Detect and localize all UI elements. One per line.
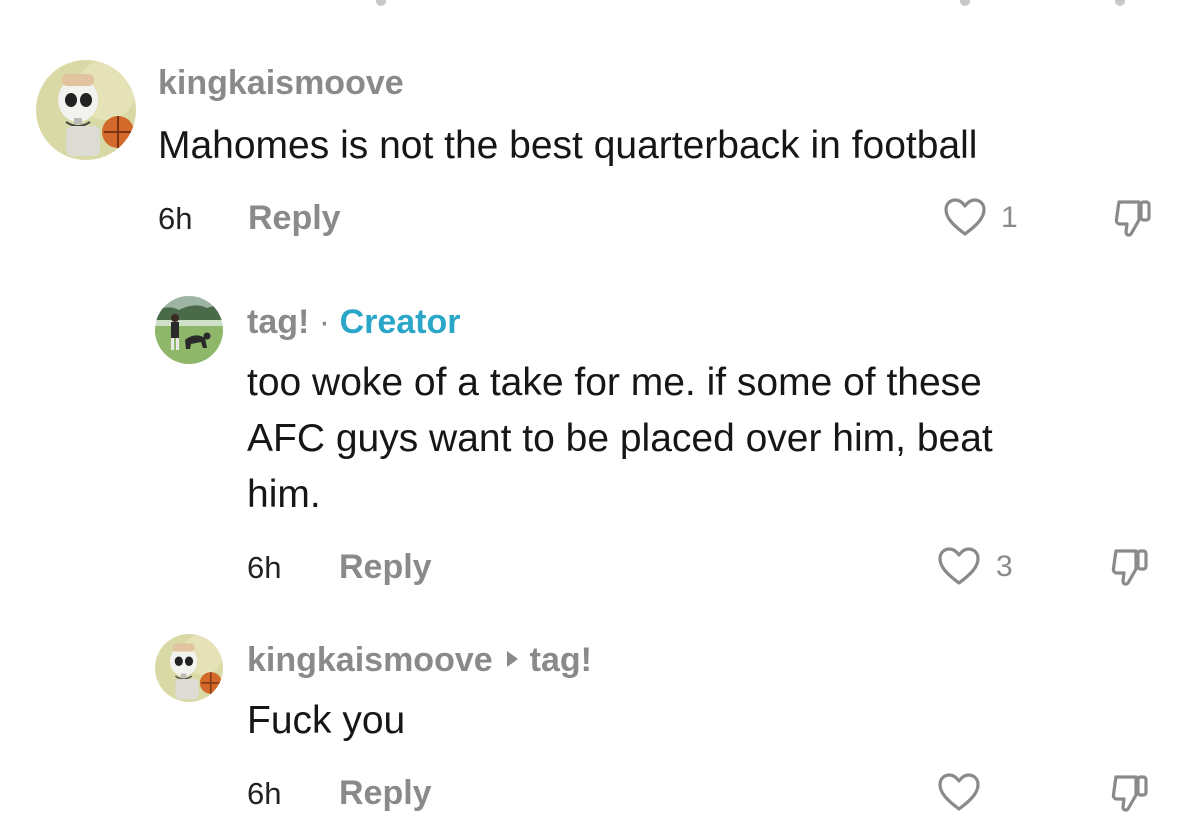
like-count: 3: [996, 550, 1013, 583]
skeleton-avatar-icon: [155, 634, 223, 702]
like-button[interactable]: [937, 772, 981, 812]
reply-button[interactable]: Reply: [339, 550, 432, 584]
avatar[interactable]: [36, 60, 136, 160]
heart-icon: [938, 547, 980, 585]
fragment-mark: [960, 0, 970, 6]
comment-username[interactable]: tag! · Creator: [247, 305, 461, 339]
comment-text: too woke of a take for me. if some of th…: [247, 361, 993, 516]
dislike-button[interactable]: [1110, 545, 1150, 589]
thumbs-down-icon: [1114, 200, 1151, 237]
comment-time: 6h: [158, 201, 193, 236]
username-text[interactable]: kingkaismoove: [247, 641, 493, 679]
username-text[interactable]: kingkaismoove: [158, 64, 404, 102]
person-with-dog-avatar-icon: [155, 296, 223, 364]
username-separator: ·: [318, 303, 340, 341]
creator-badge: Creator: [339, 303, 461, 341]
skeleton-avatar-icon: [36, 60, 136, 160]
heart-icon: [938, 773, 980, 811]
thumbs-down-icon: [1111, 775, 1148, 812]
dislike-button[interactable]: [1113, 196, 1153, 240]
comment-time: 6h: [247, 550, 282, 585]
reply-to-username[interactable]: tag!: [530, 641, 592, 679]
like-button[interactable]: [937, 546, 981, 586]
reply-button[interactable]: Reply: [339, 776, 432, 810]
comment-time: 6h: [247, 776, 282, 811]
dislike-button[interactable]: [1110, 771, 1150, 815]
avatar[interactable]: [155, 634, 223, 702]
previous-comment-fragment: [0, 0, 1200, 10]
reply-button[interactable]: Reply: [248, 201, 341, 235]
comment-text: Fuck you: [247, 699, 406, 742]
fragment-mark: [1115, 0, 1125, 6]
like-button[interactable]: [943, 197, 987, 237]
heart-icon: [944, 198, 986, 236]
thumbs-down-icon: [1111, 549, 1148, 586]
reply-arrow-icon: [506, 651, 518, 668]
avatar[interactable]: [155, 296, 223, 364]
like-count: 1: [1001, 201, 1018, 234]
comment-username[interactable]: kingkaismoove tag!: [247, 643, 592, 677]
comment-text: Mahomes is not the best quarterback in f…: [158, 124, 978, 167]
comment-username[interactable]: kingkaismoove: [158, 66, 404, 100]
username-text[interactable]: tag!: [247, 303, 309, 341]
fragment-mark: [376, 0, 386, 6]
